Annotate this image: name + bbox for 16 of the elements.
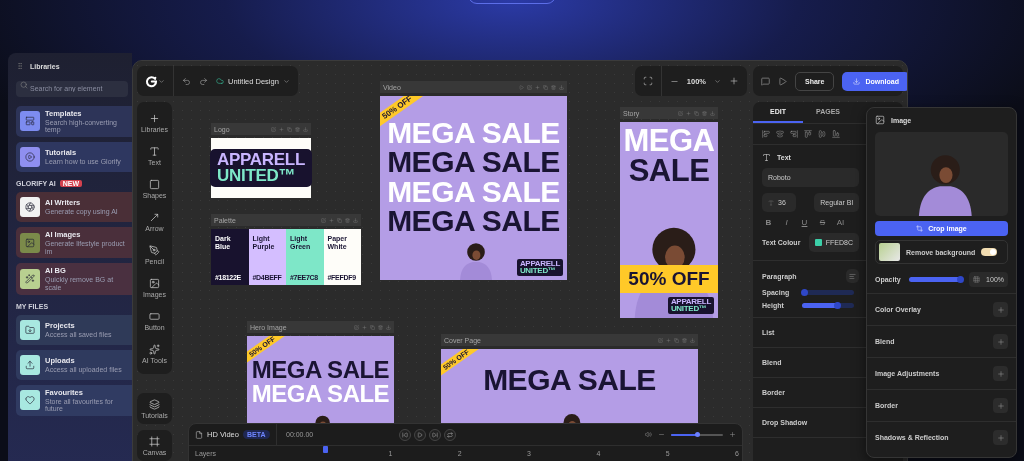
- headline-text: MEGA SALE: [251, 358, 390, 382]
- text-style-button[interactable]: S: [816, 218, 829, 227]
- text-style-button[interactable]: U: [798, 218, 811, 227]
- headline-text: MEGA SALE: [387, 176, 560, 207]
- brand-logo: APPARELL UNITED™: [516, 258, 563, 276]
- headline-text: MEGA SALE: [387, 206, 560, 236]
- headline-text: MEGA SALE: [251, 381, 390, 406]
- discount-strip: 50% OFF: [620, 264, 718, 293]
- headline-text: MEGA SALE: [387, 147, 560, 177]
- headline-text: MEGA SALE: [483, 365, 656, 395]
- headline-text: SALE: [628, 156, 710, 187]
- text-style-button[interactable]: B: [762, 218, 775, 227]
- brand-logo: APPARELL UNITED™: [210, 148, 312, 188]
- text-style-button[interactable]: I: [780, 218, 793, 227]
- headline-text: MEGA: [623, 126, 715, 157]
- text-style-button[interactable]: AI: [834, 218, 847, 227]
